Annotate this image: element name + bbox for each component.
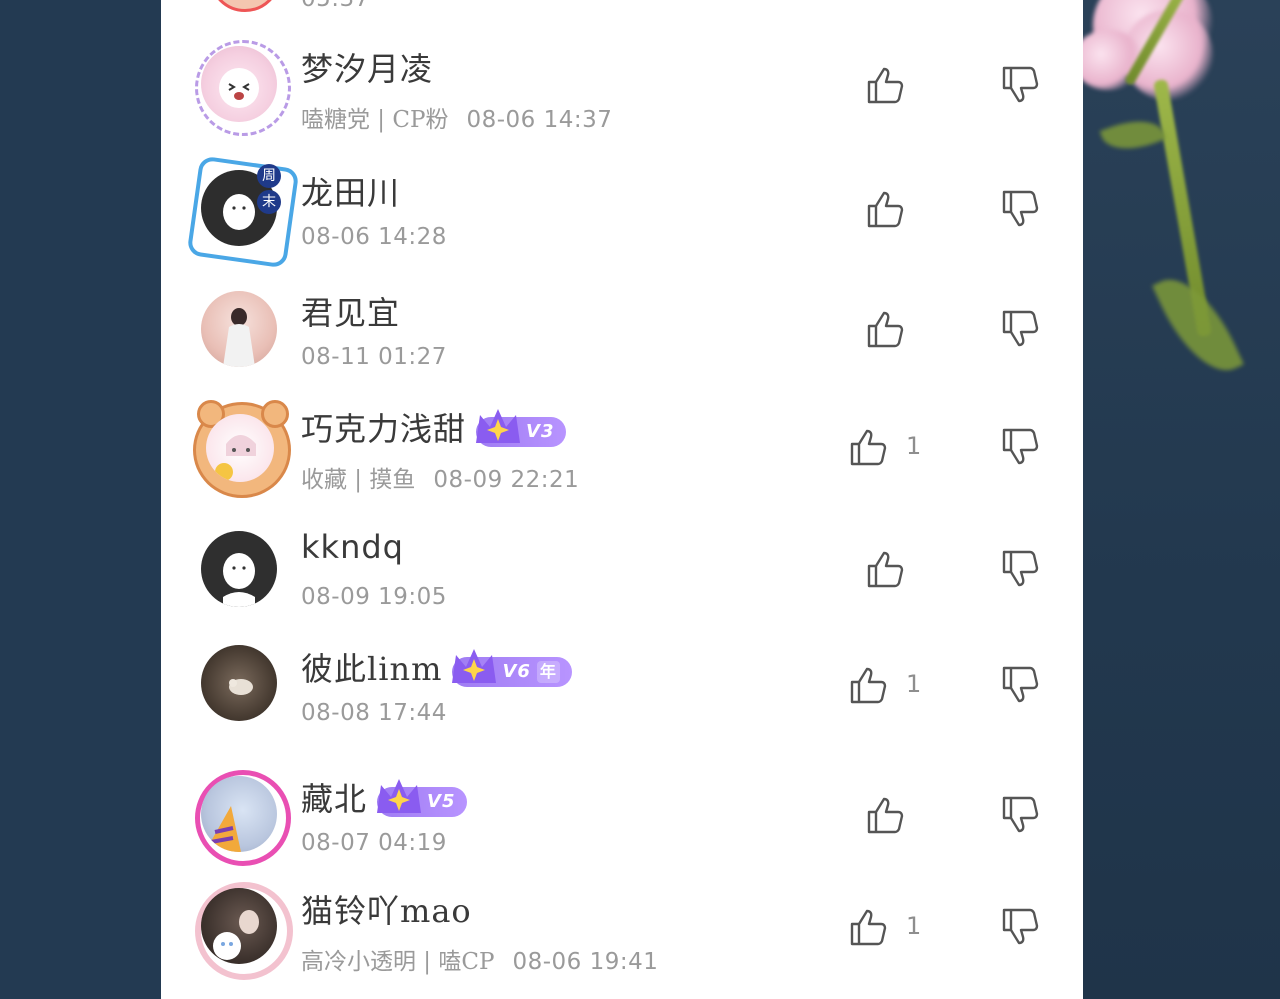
- comment-username: 彼此linm V6 年: [301, 644, 572, 690]
- thumbs-down-icon[interactable]: [999, 548, 1041, 590]
- crown-icon: [377, 778, 422, 813]
- comment-row: kkndq 08-09 19:05: [161, 528, 1083, 628]
- comment-meta: 嗑糖党 | CP粉 08-06 14:37: [301, 100, 612, 134]
- thumbs-up-icon[interactable]: [847, 906, 889, 948]
- like-count: 1: [906, 912, 922, 940]
- thumbs-down-icon[interactable]: [999, 794, 1041, 836]
- comment-username-text[interactable]: 巧克力浅甜: [301, 410, 466, 448]
- comment-time: 08-08 17:44: [301, 700, 447, 726]
- comment-time: 05:37: [301, 0, 370, 12]
- comment-username[interactable]: kkndq: [301, 528, 404, 566]
- thumbs-down-icon[interactable]: [999, 308, 1041, 350]
- thumbs-down-icon[interactable]: [999, 426, 1041, 468]
- thumbs-up-icon[interactable]: [864, 548, 906, 590]
- crown-icon: [452, 648, 497, 683]
- comment-meta: 高冷小透明 | 嗑CP 08-06 19:41: [301, 942, 658, 976]
- comment-username: 巧克力浅甜 V3: [301, 404, 567, 450]
- crown-icon: [476, 408, 521, 443]
- user-tags: 收藏 | 摸鱼: [301, 467, 416, 493]
- avatar[interactable]: [201, 291, 277, 367]
- user-tags: 嗑糖党 | CP粉: [301, 107, 449, 133]
- avatar[interactable]: [201, 888, 277, 964]
- comment-row: 藏北 V5 08-07 04:19: [161, 770, 1083, 870]
- like-count: 1: [906, 432, 922, 460]
- thumbs-up-icon[interactable]: [864, 188, 906, 230]
- vip-level-badge[interactable]: V6 年: [452, 648, 572, 687]
- thumbs-down-icon[interactable]: [999, 906, 1041, 948]
- comment-username-text[interactable]: 彼此linm: [301, 650, 442, 688]
- comment-username[interactable]: 梦汐月凌: [301, 44, 433, 90]
- thumbs-up-icon[interactable]: [847, 426, 889, 468]
- user-tags: 高冷小透明 | 嗑CP: [301, 949, 495, 975]
- comment-time: 08-06 14:28: [301, 224, 447, 250]
- frame-badge-text: 周: [257, 164, 281, 188]
- thumbs-up-icon[interactable]: [847, 664, 889, 706]
- comment-username[interactable]: 猫铃吖mao: [301, 886, 472, 932]
- thumbs-up-icon[interactable]: [864, 64, 906, 106]
- comment-time: 08-11 01:27: [301, 344, 447, 370]
- comment-row: 彼此linm V6 年 08-08 17:44 1: [161, 642, 1083, 742]
- avatar[interactable]: [209, 0, 281, 12]
- frame-badge-text: 末: [257, 190, 281, 214]
- partial-previous-comment: 05:37: [161, 0, 1083, 16]
- comment-time: 08-09 19:05: [301, 584, 447, 610]
- comment-time: 08-06 14:37: [466, 107, 613, 133]
- comment-meta: 收藏 | 摸鱼 08-09 22:21: [301, 460, 579, 494]
- thumbs-up-icon[interactable]: [864, 308, 906, 350]
- comment-username-text[interactable]: 藏北: [301, 780, 367, 818]
- comment-row: 梦汐月凌 嗑糖党 | CP粉 08-06 14:37: [161, 40, 1083, 140]
- thumbs-up-icon[interactable]: [864, 794, 906, 836]
- comment-time: 08-07 04:19: [301, 830, 447, 856]
- avatar[interactable]: [206, 414, 274, 482]
- thumbs-down-icon[interactable]: [999, 188, 1041, 230]
- comment-time: 08-09 22:21: [433, 467, 580, 493]
- comment-row: 周 末 龙田川 08-06 14:28: [161, 155, 1083, 269]
- avatar[interactable]: [201, 531, 277, 607]
- avatar[interactable]: [201, 645, 277, 721]
- background-flower-image: [1083, 0, 1280, 999]
- vip-level-badge[interactable]: V3: [476, 408, 567, 447]
- vip-level-badge[interactable]: V5: [377, 778, 468, 817]
- thumbs-down-icon[interactable]: [999, 664, 1041, 706]
- comment-row: 巧克力浅甜 V3 收藏 | 摸鱼 08-09 22:21 1: [161, 400, 1083, 500]
- avatar[interactable]: [201, 46, 277, 122]
- comment-row: 猫铃吖mao 高冷小透明 | 嗑CP 08-06 19:41 1: [161, 882, 1083, 982]
- thumbs-down-icon[interactable]: [999, 64, 1041, 106]
- comment-username[interactable]: 龙田川: [301, 168, 400, 214]
- avatar[interactable]: [201, 776, 277, 852]
- comment-username[interactable]: 君见宜: [301, 288, 400, 334]
- comment-time: 08-06 19:41: [512, 949, 659, 975]
- like-count: 1: [906, 670, 922, 698]
- comment-username: 藏北 V5: [301, 774, 468, 820]
- comment-list-panel: 05:37 梦汐月凌 嗑糖党 | CP粉 08-06 14:37 周 末 龙田川 …: [161, 0, 1083, 999]
- comment-row: 君见宜 08-11 01:27: [161, 288, 1083, 388]
